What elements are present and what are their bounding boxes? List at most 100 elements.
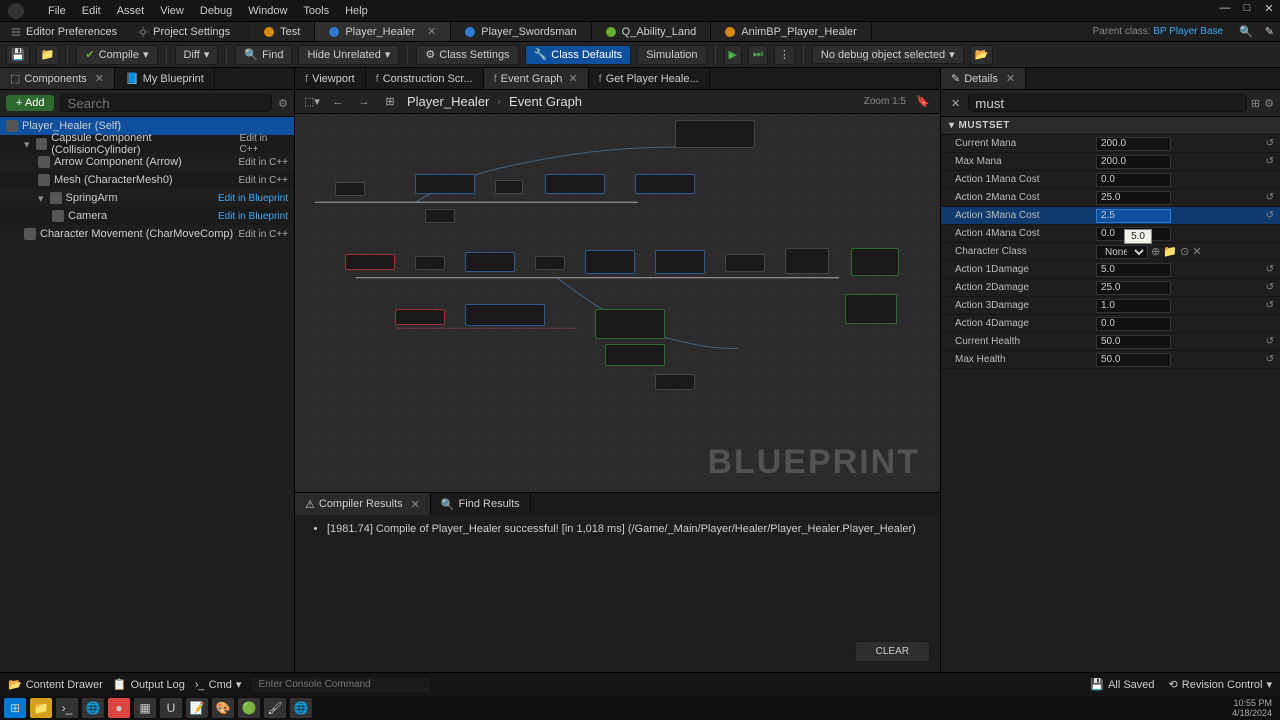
property-input[interactable] [1096, 335, 1171, 349]
parent-class-link[interactable]: BP Player Base [1153, 26, 1223, 37]
file-tab[interactable]: Player_Healer✕ [315, 22, 451, 41]
editor-tab[interactable]: fGet Player Heale... [589, 68, 710, 89]
start-button[interactable]: ⊞ [4, 698, 26, 718]
folder-icon[interactable]: 📁 [1163, 246, 1177, 258]
details-search-input[interactable] [968, 94, 1247, 112]
locate-debug-button[interactable]: 📂 [970, 45, 994, 65]
menu-debug[interactable]: Debug [200, 5, 232, 17]
unreal-icon[interactable]: U [160, 698, 182, 718]
close-icon[interactable]: ✕ [427, 25, 436, 38]
browse-icon[interactable]: ⊕ [1151, 246, 1160, 258]
browse-asset-button[interactable]: 📁 [36, 45, 60, 65]
clear-button[interactable]: CLEAR [855, 641, 930, 662]
editor-tab[interactable]: fEvent Graph✕ [484, 68, 589, 89]
component-tree-row[interactable]: Character Movement (CharMoveComp)Edit in… [0, 225, 294, 243]
app-icon[interactable]: 📝 [186, 698, 208, 718]
details-tab[interactable]: ✎ Details ✕ [941, 68, 1026, 89]
property-input[interactable] [1096, 173, 1171, 187]
save-button[interactable]: 💾 [6, 45, 30, 65]
close-icon[interactable]: ✕ [1006, 72, 1015, 85]
reset-to-default-icon[interactable]: ↺ [1260, 300, 1280, 311]
expand-icon[interactable] [38, 192, 46, 205]
property-input[interactable] [1096, 281, 1171, 295]
reset-to-default-icon[interactable]: ↺ [1260, 282, 1280, 293]
window-minimize-icon[interactable]: — [1218, 2, 1232, 15]
reset-to-default-icon[interactable]: ↺ [1260, 354, 1280, 365]
edit-link[interactable]: Edit in Blueprint [218, 193, 288, 204]
component-tree-row[interactable]: CameraEdit in Blueprint [0, 207, 294, 225]
property-input[interactable] [1096, 353, 1171, 367]
menu-help[interactable]: Help [345, 5, 368, 17]
cmd-dropdown[interactable]: ›_ Cmd ▾ [195, 678, 242, 691]
window-close-icon[interactable]: ✕ [1262, 2, 1276, 15]
play-button[interactable]: ▶ [724, 45, 742, 65]
property-select[interactable]: None [1096, 245, 1148, 259]
settings-icon[interactable]: ⚙ [1264, 97, 1274, 110]
skip-button[interactable]: ⏭ [748, 45, 768, 65]
toggle-button[interactable]: ⬚▾ [303, 93, 321, 111]
output-log-button[interactable]: 📋 Output Log [113, 678, 185, 691]
clear-search-icon[interactable]: ✕ [947, 97, 964, 110]
property-input[interactable] [1096, 317, 1171, 331]
find-button[interactable]: 🔍 Find [235, 45, 292, 65]
app-icon[interactable]: 🌐 [290, 698, 312, 718]
bookmark-icon[interactable]: 🔖 [914, 93, 932, 111]
compile-button[interactable]: ✔ Compile ▾ [76, 45, 157, 65]
edit-link[interactable]: Edit in C++ [239, 229, 288, 240]
app-icon[interactable]: 🖌 [264, 698, 286, 718]
reset-to-default-icon[interactable]: ↺ [1260, 210, 1280, 221]
component-tree-row[interactable]: Arrow Component (Arrow)Edit in C++ [0, 153, 294, 171]
menu-edit[interactable]: Edit [82, 5, 101, 17]
browse-icon[interactable]: 🔍 [1233, 25, 1259, 38]
system-tray[interactable]: 10:55 PM 4/18/2024 [1232, 698, 1276, 718]
file-tab[interactable]: Test [250, 22, 315, 41]
edit-link[interactable]: Edit in Blueprint [218, 211, 288, 222]
app-icon[interactable]: ● [108, 698, 130, 718]
simulation-button[interactable]: Simulation [637, 45, 706, 65]
grid-view-icon[interactable]: ⊞ [1251, 97, 1260, 110]
event-graph-canvas[interactable]: BLUEPRINT [295, 114, 940, 492]
close-icon[interactable]: ✕ [95, 72, 104, 85]
play-options-button[interactable]: ⋮ [774, 45, 795, 65]
expand-icon[interactable] [24, 138, 32, 151]
nav-back-button[interactable]: ← [329, 93, 347, 111]
edit-icon[interactable]: ✎ [1259, 25, 1280, 38]
settings-icon[interactable]: ⚙ [278, 97, 288, 110]
property-input[interactable] [1096, 263, 1171, 277]
component-tree-row[interactable]: Mesh (CharacterMesh0)Edit in C++ [0, 171, 294, 189]
my-blueprint-tab[interactable]: 📘 My Blueprint [115, 68, 215, 89]
property-input[interactable] [1096, 209, 1171, 223]
reset-to-default-icon[interactable]: ↺ [1260, 336, 1280, 347]
file-tab[interactable]: Player_Swordsman [451, 22, 591, 41]
app-icon[interactable]: 🎨 [212, 698, 234, 718]
property-input[interactable] [1096, 191, 1171, 205]
nav-forward-button[interactable]: → [355, 93, 373, 111]
app-icon[interactable]: 🟢 [238, 698, 260, 718]
find-results-tab[interactable]: 🔍 Find Results [431, 493, 531, 515]
app-icon[interactable]: ▦ [134, 698, 156, 718]
edit-link[interactable]: Edit in C++ [240, 133, 288, 155]
revision-control-button[interactable]: ⟲ Revision Control ▾ [1169, 678, 1272, 691]
property-input[interactable] [1096, 155, 1171, 169]
category-header[interactable]: ▾ MUSTSET [941, 117, 1280, 135]
menu-asset[interactable]: Asset [117, 5, 145, 17]
property-input[interactable] [1096, 299, 1171, 313]
debug-object-selector[interactable]: No debug object selected ▾ [812, 45, 964, 64]
component-tree-row[interactable]: SpringArmEdit in Blueprint [0, 189, 294, 207]
use-icon[interactable]: ⊙ [1180, 246, 1189, 258]
component-tree-row[interactable]: Capsule Component (CollisionCylinder)Edi… [0, 135, 294, 153]
components-tab[interactable]: ⬚ Components ✕ [0, 68, 115, 89]
compiler-results-tab[interactable]: ⚠ Compiler Results ✕ [295, 493, 431, 515]
terminal-icon[interactable]: ›_ [56, 698, 78, 718]
clear-icon[interactable]: ✕ [1192, 246, 1201, 258]
reset-to-default-icon[interactable]: ↺ [1260, 138, 1280, 149]
editor-tab[interactable]: fViewport [295, 68, 366, 89]
edit-link[interactable]: Edit in C++ [239, 157, 288, 168]
menu-view[interactable]: View [160, 5, 184, 17]
reset-to-default-icon[interactable]: ↺ [1260, 192, 1280, 203]
close-icon[interactable]: ✕ [568, 72, 577, 85]
chrome-icon[interactable]: 🌐 [82, 698, 104, 718]
console-command-input[interactable] [251, 676, 431, 694]
window-maximize-icon[interactable]: □ [1240, 2, 1254, 15]
component-search-input[interactable] [60, 94, 272, 112]
